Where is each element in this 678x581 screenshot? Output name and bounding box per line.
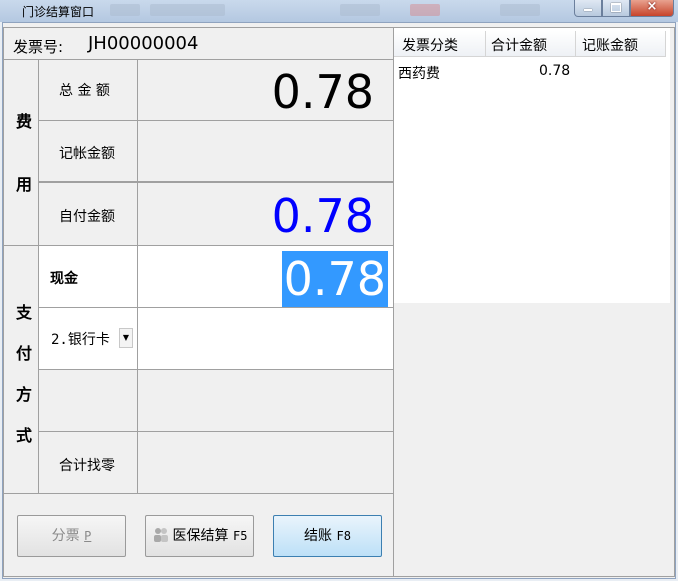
change-label: 合计找零 <box>59 458 115 474</box>
grid-header-category[interactable]: 发票分类 <box>402 35 458 54</box>
grid-header-separator <box>665 31 666 57</box>
insurance-settle-button[interactable]: 医保结算 F5 <box>145 515 254 557</box>
blurred-title-region <box>150 4 225 16</box>
extra-payment-field <box>138 370 393 432</box>
cash-label: 现金 <box>50 271 78 287</box>
bank-method-cell: 2.银行卡 ▼ <box>39 308 138 370</box>
self-pay-label-cell: 自付金额 <box>39 183 138 246</box>
people-icon <box>153 528 168 542</box>
insurance-settle-label: 医保结算 <box>172 528 229 544</box>
payment-char: 付 <box>16 344 33 363</box>
payment-char: 支 <box>16 303 33 322</box>
cash-label-cell: 现金 <box>39 246 138 308</box>
window-title: 门诊结算窗口 <box>22 5 95 19</box>
payment-group-label: 支 付 方 式 <box>4 246 39 494</box>
settlement-panel: 发票号: JH00000004 费 用 总 金 额 0.78 记帐金额 自付金额… <box>3 27 394 577</box>
checkout-shortcut: F8 <box>336 529 351 543</box>
checkout-button[interactable]: 结账 F8 <box>273 515 382 557</box>
cash-input[interactable]: 0.78 <box>138 246 393 308</box>
account-amount-label: 记帐金额 <box>59 146 115 162</box>
invoice-category-panel: 发票分类 合计金额 记账金额 西药费 0.78 <box>394 27 675 577</box>
grid-cell-category[interactable]: 西药费 <box>398 63 440 83</box>
fee-char: 费 <box>16 112 33 131</box>
invoice-label: 发票号: <box>13 38 64 56</box>
change-label-cell: 合计找零 <box>39 432 138 494</box>
grid-header-separator <box>485 31 486 57</box>
minimize-icon <box>584 9 592 11</box>
invoice-category-grid[interactable]: 发票分类 合计金额 记账金额 西药费 0.78 <box>394 28 670 303</box>
self-pay-value: 0.78 <box>271 189 374 243</box>
self-pay-label: 自付金额 <box>59 209 115 225</box>
total-amount-field: 0.78 <box>138 60 393 121</box>
payment-char: 方 <box>16 385 33 404</box>
close-button[interactable]: × <box>630 0 674 17</box>
cash-value-selected: 0.78 <box>281 251 388 307</box>
close-icon: × <box>646 0 658 14</box>
minimize-button[interactable] <box>574 0 602 17</box>
self-pay-field: 0.78 <box>138 183 393 246</box>
bank-amount-input[interactable] <box>138 308 393 370</box>
invoice-row: 发票号: JH00000004 <box>4 28 393 60</box>
payment-method-select[interactable]: 2.银行卡 ▼ <box>49 328 133 348</box>
chevron-down-icon[interactable]: ▼ <box>119 328 133 348</box>
invoice-number: JH00000004 <box>88 33 199 54</box>
split-invoice-label: 分票 <box>51 528 80 544</box>
total-amount-label: 总 金 额 <box>59 83 110 99</box>
blurred-title-region <box>500 4 540 16</box>
grid-header-total[interactable]: 合计金额 <box>491 35 547 54</box>
total-amount-label-cell: 总 金 额 <box>39 60 138 121</box>
checkout-label: 结账 <box>304 528 333 544</box>
grid-cell-total[interactable]: 0.78 <box>539 63 570 79</box>
change-field <box>138 432 393 494</box>
grid-header: 发票分类 合计金额 记账金额 <box>394 31 666 57</box>
payment-method-selected: 2.银行卡 <box>51 332 110 348</box>
grid-header-account[interactable]: 记账金额 <box>582 35 638 54</box>
insurance-settle-shortcut: F5 <box>233 529 248 543</box>
window-controls: × <box>574 0 674 18</box>
split-invoice-button[interactable]: 分票 P <box>17 515 126 557</box>
fee-char: 用 <box>16 175 33 194</box>
grid-header-separator <box>575 31 576 57</box>
fee-group-label: 费 用 <box>4 60 39 246</box>
title-bar: 门诊结算窗口 × <box>0 0 678 22</box>
account-amount-label-cell: 记帐金额 <box>39 121 138 183</box>
maximize-button[interactable] <box>602 0 630 17</box>
blurred-title-region <box>340 4 380 16</box>
split-invoice-shortcut: P <box>84 529 92 543</box>
total-amount-value: 0.78 <box>271 65 374 119</box>
account-amount-field <box>138 121 393 183</box>
blurred-title-region <box>410 4 440 16</box>
payment-char: 式 <box>16 426 33 445</box>
blurred-title-region <box>110 4 140 16</box>
maximize-icon <box>611 3 621 12</box>
extra-payment-label-cell <box>39 370 138 432</box>
